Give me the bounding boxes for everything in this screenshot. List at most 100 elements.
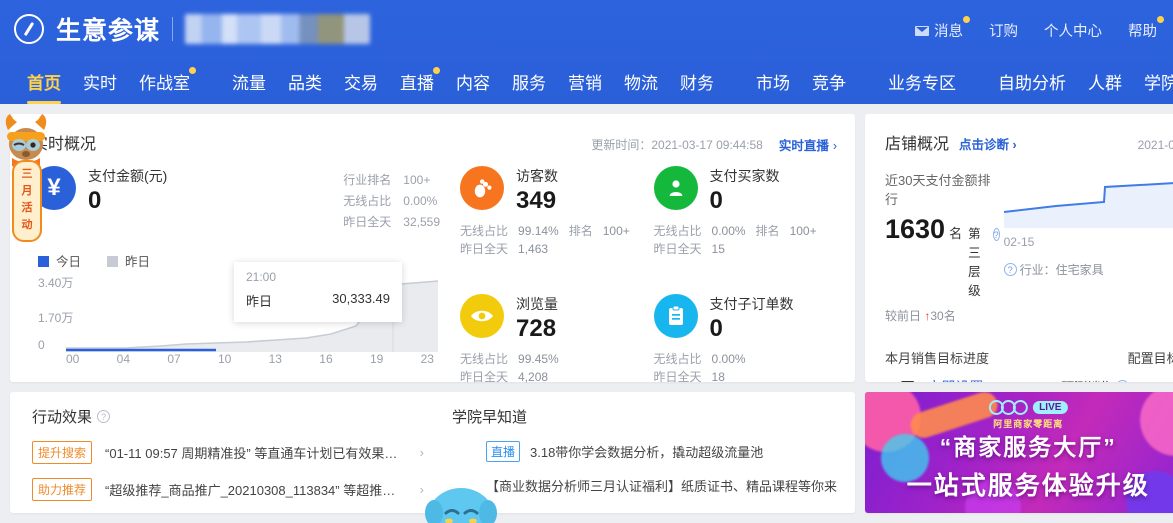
nav-label: 交易 <box>344 73 378 93</box>
goal-setup-link[interactable]: 立即设置 <box>927 377 983 382</box>
nav-item-traffic[interactable]: 流量 <box>221 58 277 104</box>
shop-tier: 第三层级 <box>968 227 981 298</box>
header-link-subscribe[interactable]: 订购 <box>989 20 1018 41</box>
nav-item-content[interactable]: 内容 <box>445 58 501 104</box>
legend-item-yesterday[interactable]: 昨日 <box>107 251 150 270</box>
question-icon[interactable]: ? <box>1003 263 1017 276</box>
stat-key: 无线占比 <box>460 352 509 366</box>
nav-label: 首页 <box>27 73 61 93</box>
nav-item-self-analysis[interactable]: 自助分析 <box>987 58 1077 104</box>
metric-visitors-value: 349 <box>516 187 557 214</box>
metric-paid-buyers[interactable]: 支付买家数 0 无线占比 0.00% 排名 100+ 昨日全天 15 <box>653 166 838 258</box>
metric-payment-text: 支付金额(元) 0 <box>88 166 167 216</box>
stat-key-empty <box>569 240 593 258</box>
nav-label: 学院 <box>1144 73 1173 93</box>
metric-sub-orders-label: 支付子订单数 <box>709 296 794 312</box>
action-text-recommend: “超级推荐_商品推广_20210308_113834” 等超推计... <box>105 483 406 498</box>
header-link-help[interactable]: 帮助 <box>1128 16 1164 41</box>
metric-visitors[interactable]: 访客数 349 无线占比 99.14% 排名 100+ 昨日全天 1,463 <box>460 166 644 258</box>
metric-paid-buyers-stats: 无线占比 0.00% 排名 100+ 昨日全天 15 <box>654 222 838 258</box>
nav-item-market[interactable]: 市场 <box>745 58 801 104</box>
realtime-trend-chart[interactable]: 3.40万 1.70万 0 00 04 07 10 13 16 19 23 21… <box>38 262 438 368</box>
stat-key: 昨日全天 <box>460 242 509 256</box>
nav-item-warroom[interactable]: 作战室 <box>128 58 201 104</box>
stat-key: 昨日全天 <box>460 370 509 384</box>
stat-key: 昨日全天 <box>653 370 702 384</box>
metric-payment[interactable]: ¥ 支付金额(元) 0 行业排名 100+ 无线占比 0.00% 昨日全天 32… <box>32 166 452 233</box>
metric-sub-orders[interactable]: 支付子订单数 0 无线占比 0.00% 昨日全天 18 <box>653 294 838 386</box>
metric-payment-stats: 行业排名 100+ 无线占比 0.00% 昨日全天 32,559 <box>343 166 452 233</box>
nav-item-service[interactable]: 服务 <box>501 58 557 104</box>
nav-item-finance[interactable]: 财务 <box>669 58 725 104</box>
metric-visitors-stats: 无线占比 99.14% 排名 100+ 昨日全天 1,463 <box>460 222 644 258</box>
x-tick: 07 <box>167 352 181 366</box>
nav-label: 业务专区 <box>888 73 956 93</box>
nav-badge-dot <box>189 67 196 74</box>
nav-item-academy[interactable]: 学院 <box>1133 58 1173 104</box>
question-icon[interactable]: ? <box>992 228 1000 241</box>
nav-item-audience[interactable]: 人群 <box>1077 58 1133 104</box>
chevron-right-icon: › <box>1012 138 1017 152</box>
stat-value: 18 <box>711 370 725 384</box>
nav-item-live[interactable]: 直播 <box>389 58 445 104</box>
chart-tooltip: 21:00 昨日 30,333.49 <box>234 262 402 322</box>
ccc-circle-icon <box>1013 400 1029 415</box>
stat-key: 昨日全天 <box>653 242 702 256</box>
academy-title: 学院早知道 <box>451 409 527 426</box>
question-icon[interactable]: ? <box>97 410 111 423</box>
nav-item-transaction[interactable]: 交易 <box>333 58 389 104</box>
nav-item-marketing[interactable]: 营销 <box>557 58 613 104</box>
action-tag-recommend: 助力推荐 <box>32 478 93 501</box>
nav-item-logistics[interactable]: 物流 <box>613 58 669 104</box>
nav-label: 品类 <box>288 73 322 93</box>
nav-item-competition[interactable]: 竞争 <box>801 58 857 104</box>
header-link-account[interactable]: 个人中心 <box>1044 20 1102 41</box>
realtime-meta: 更新时间：2021-03-17 09:44:58 实时直播 › <box>591 135 837 154</box>
nav-label: 服务 <box>512 73 546 93</box>
realtime-body: ¥ 支付金额(元) 0 行业排名 100+ 无线占比 0.00% 昨日全天 32… <box>32 166 837 386</box>
realtime-live-link[interactable]: 实时直播 › <box>779 135 837 154</box>
metric-sub-orders-value: 0 <box>709 315 723 342</box>
academy-tag-live: 直播 <box>485 441 520 462</box>
nav-label: 自助分析 <box>998 73 1066 93</box>
brand-name: 生意参谋 <box>56 17 161 45</box>
banner-live-pill: LIVE <box>1033 401 1068 414</box>
promo-deer-mascot[interactable]: 三 月 活 动 <box>0 112 52 247</box>
x-axis-ticks: 00 04 07 10 13 16 19 23 <box>66 352 434 366</box>
goal-config-link[interactable]: 配置目标 <box>1128 348 1173 367</box>
left-column: 实时概况 更新时间：2021-03-17 09:44:58 实时直播 › ¥ 支付… <box>10 114 855 523</box>
nav-item-home[interactable]: 首页 <box>16 58 72 104</box>
academy-row-live[interactable]: 直播 3.18带你学会数据分析，撬动超级流量池 <box>485 441 837 462</box>
action-row-search[interactable]: 提升搜索 “01-11 09:57 周期精准投” 等直通车计划已有效果数... … <box>32 441 424 464</box>
action-row-recommend[interactable]: 助力推荐 “超级推荐_商品推广_20210308_113834” 等超推计...… <box>32 478 424 501</box>
header-link-messages[interactable]: 消息 <box>915 16 970 41</box>
goal-value-row: 61万 / 立即设置 预测销售 ? 79万 ~ 9 <box>885 377 1173 382</box>
banner-text: “商家服务大厅” 一站式服务体验升级 <box>865 428 1173 502</box>
metric-paid-buyers-value: 0 <box>709 187 723 214</box>
legend-item-today[interactable]: 今日 <box>38 251 81 270</box>
metric-sub-orders-stats: 无线占比 0.00% 昨日全天 18 <box>654 350 838 386</box>
shop-rank-block: 近30天支付金额排行 1630 名 第三层级 ? 较前日 ↑30名 <box>885 170 1000 324</box>
metric-pageviews-value: 728 <box>516 315 557 342</box>
shop-diagnose-link[interactable]: 点击诊断 › <box>959 134 1017 153</box>
nav-item-business-zone[interactable]: 业务专区 <box>877 58 967 104</box>
academy-row-cert[interactable]: 【商业数据分析师三月认证福利】纸质证书、精品课程等你来 <box>486 476 837 495</box>
question-icon[interactable]: ? <box>1116 380 1130 382</box>
metric-paid-buyers-label: 支付买家数 <box>709 168 780 184</box>
stat-value: 100+ <box>602 224 630 238</box>
banner-logo: LIVE 阿里商家零距离 <box>989 400 1068 430</box>
action-effect-title: 行动效果 <box>32 409 93 426</box>
tooltip-value: 30,333.49 <box>332 291 390 306</box>
brand-divider <box>172 17 174 41</box>
action-text-search: “01-11 09:57 周期精准投” 等直通车计划已有效果数... <box>105 446 406 461</box>
metric-pageviews[interactable]: 浏览量 728 无线占比 99.45% 昨日全天 4,208 <box>460 294 644 386</box>
goal-forecast: 预测销售 ? 79万 ~ 9 <box>1061 377 1173 382</box>
promo-ribbon[interactable]: 三 月 活 动 <box>12 160 42 242</box>
action-tag-search: 提升搜索 <box>32 441 93 464</box>
goal-forecast-label: 预测销售 <box>1061 377 1113 382</box>
nav-item-realtime[interactable]: 实时 <box>72 58 128 104</box>
nav-label: 物流 <box>624 73 658 93</box>
promo-banner[interactable]: LIVE 阿里商家零距离 “商家服务大厅” 一站式服务体验升级 <box>865 392 1173 513</box>
nav-item-category[interactable]: 品类 <box>277 58 333 104</box>
nav-label: 竞争 <box>812 73 846 93</box>
